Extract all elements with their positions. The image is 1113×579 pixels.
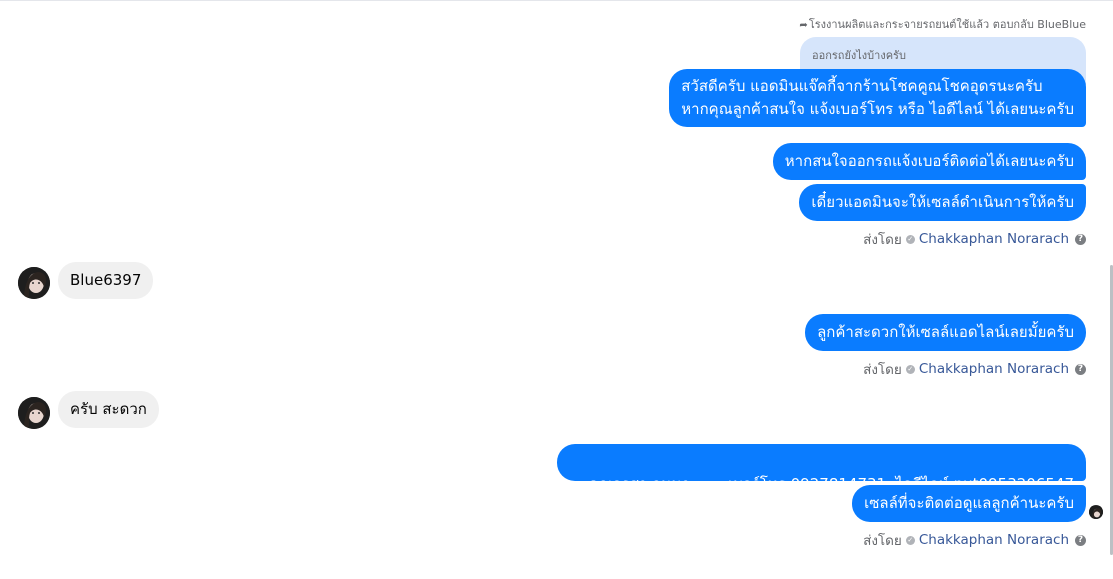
message-text: ครับ สะดวก (70, 400, 147, 418)
reply-header-text: โรงงานผลิตและกระจายรถยนต์ใช้แล้ว ตอบกลับ… (808, 18, 1086, 31)
avatar[interactable] (18, 397, 50, 429)
sender-name[interactable]: Chakkaphan Norarach (919, 361, 1069, 377)
outgoing-message-greeting[interactable]: สวัสดีครับ แอดมินแจ๊คกี้จากร้านโชคคูณโชค… (669, 69, 1086, 127)
avatar-image (18, 267, 50, 299)
sent-by-prefix: ส่งโดย (863, 533, 902, 549)
reply-header: ➦โรงงานผลิตและกระจายรถยนต์ใช้แล้ว ตอบกลั… (799, 15, 1086, 33)
sent-by-label: ส่งโดย ✓ Chakkaphan Norarach ? (863, 358, 1086, 380)
message-text: เซลล์ที่จะติดต่อดูแลลูกค้านะครับ (864, 494, 1074, 512)
top-divider (0, 0, 1113, 1)
question-mark-icon[interactable]: ? (1075, 233, 1086, 245)
sender-name[interactable]: Chakkaphan Norarach (919, 231, 1069, 247)
check-icon: ✓ (905, 535, 915, 545)
sent-by-prefix: ส่งโดย (863, 232, 902, 248)
seen-indicator-avatar (1089, 505, 1103, 519)
message-line: สวัสดีครับ แอดมินแจ๊คกี้จากร้านโชคคูณโชค… (681, 77, 1043, 95)
reply-arrow-icon: ➦ (799, 20, 808, 31)
avatar-image (1089, 506, 1103, 519)
outgoing-message-ask-line[interactable]: ลูกค้าสะดวกให้เซลล์แอดไลน์เลยมั้ยครับ (805, 314, 1086, 351)
message-text: Blue6397 (70, 271, 142, 289)
outgoing-message-interest[interactable]: หากสนใจออกรถแจ้งเบอร์ติดต่อได้เลยนะครับ (772, 143, 1086, 180)
check-icon: ✓ (905, 234, 915, 244)
message-text: เดี๋ยวแอดมินจะให้เซลล์ดำเนินการให้ครับ (811, 193, 1074, 211)
sent-by-prefix: ส่งโดย (863, 362, 902, 378)
outgoing-message-contact[interactable]: คุณอรสา ลุนนา เบอร์โทร 0927814731 ไอดีไล… (557, 444, 1086, 493)
check-icon: ✓ (905, 364, 915, 374)
quoted-message-text: ออกรถยังไงบ้างครับ (812, 49, 906, 62)
outgoing-message-proceed[interactable]: เดี๋ยวแอดมินจะให้เซลล์ดำเนินการให้ครับ (799, 184, 1086, 221)
avatar[interactable] (18, 267, 50, 299)
question-mark-icon[interactable]: ? (1075, 534, 1086, 546)
message-text: ลูกค้าสะดวกให้เซลล์แอดไลน์เลยมั้ยครับ (817, 323, 1074, 341)
sent-by-label: ส่งโดย ✓ Chakkaphan Norarach ? (863, 228, 1086, 250)
question-mark-icon[interactable]: ? (1075, 363, 1086, 375)
avatar-image (18, 397, 50, 429)
incoming-message-convenient[interactable]: ครับ สะดวก (58, 391, 159, 428)
sender-name[interactable]: Chakkaphan Norarach (919, 532, 1069, 548)
sent-by-label: ส่งโดย ✓ Chakkaphan Norarach ? (863, 529, 1086, 551)
chat-window: ➦โรงงานผลิตและกระจายรถยนต์ใช้แล้ว ตอบกลั… (0, 0, 1113, 579)
message-line: หากคุณลูกค้าสนใจ แจ้งเบอร์โทร หรือ ไอดีไ… (681, 100, 1074, 118)
incoming-message-user-id[interactable]: Blue6397 (58, 262, 154, 299)
message-text: หากสนใจออกรถแจ้งเบอร์ติดต่อได้เลยนะครับ (784, 152, 1074, 170)
outgoing-message-sales-note[interactable]: เซลล์ที่จะติดต่อดูแลลูกค้านะครับ (852, 485, 1086, 522)
